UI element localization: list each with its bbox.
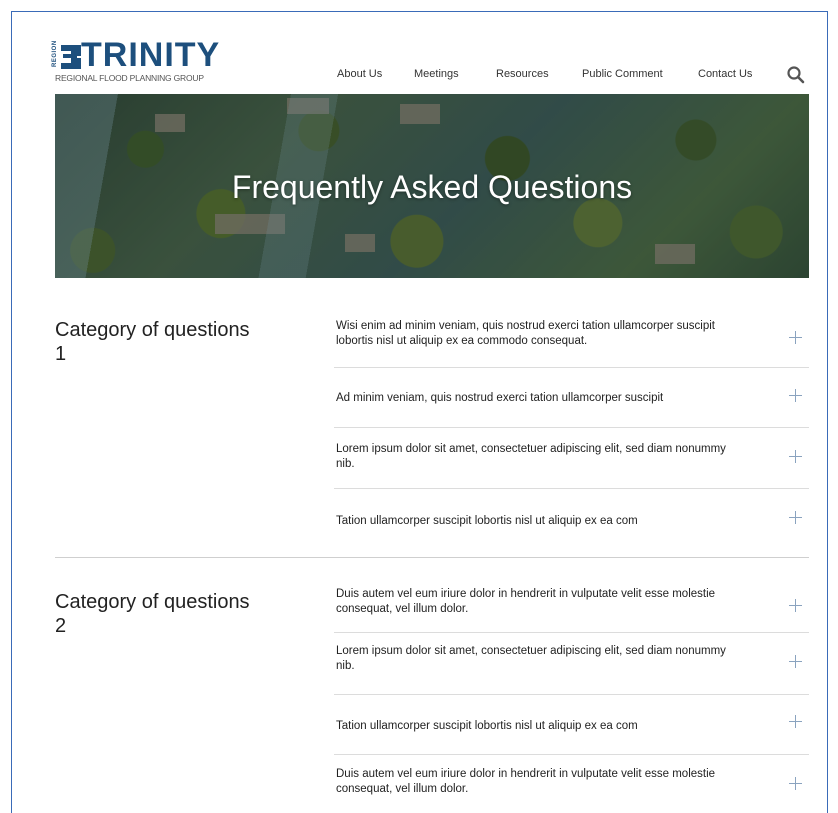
logo[interactable]: REGION TRINITY REGIONAL FLOOD PLANNING G… xyxy=(52,36,245,83)
section-divider xyxy=(55,557,809,558)
question-text: Ad minim veniam, quis nostrud exerci tat… xyxy=(336,392,664,404)
question-text: Tation ullamcorper suscipit lobortis nis… xyxy=(336,515,638,527)
faq-question[interactable]: Duis autem vel eum iriure dolor in hendr… xyxy=(334,575,809,633)
nav-item-public-comment[interactable]: Public Comment xyxy=(582,68,663,80)
hero-house-shape xyxy=(655,244,695,264)
page-title: Frequently Asked Questions xyxy=(231,169,633,205)
faq-question[interactable]: Lorem ipsum dolor sit amet, consectetuer… xyxy=(334,633,809,695)
question-text: Duis autem vel eum iriure dolor in hendr… xyxy=(336,588,716,615)
category-title: Category of questions xyxy=(55,591,250,613)
faq-question-list-1: Wisi enim ad minim veniam, quis nostrud … xyxy=(334,306,809,551)
logo-subtitle: REGIONAL FLOOD PLANNING GROUP xyxy=(55,73,204,83)
nav-item-meetings[interactable]: Meetings xyxy=(414,68,459,80)
category-number: 2 xyxy=(55,615,67,637)
hero-banner: Frequently Asked Questions xyxy=(55,94,809,278)
category-title: Category of questions xyxy=(55,319,250,341)
category-number: 1 xyxy=(55,343,67,365)
plus-icon[interactable] xyxy=(789,777,803,791)
plus-icon[interactable] xyxy=(789,655,803,669)
plus-icon[interactable] xyxy=(789,389,803,403)
faq-question[interactable]: Ad minim veniam, quis nostrud exerci tat… xyxy=(334,368,809,428)
nav-item-about-us[interactable]: About Us xyxy=(337,68,382,80)
nav-item-resources[interactable]: Resources xyxy=(496,68,549,80)
question-text: Duis autem vel eum iriure dolor in hendr… xyxy=(336,768,716,795)
hero-house-shape xyxy=(215,214,285,234)
faq-category-1: Category of questions 1 xyxy=(55,318,295,366)
hero-house-shape xyxy=(345,234,375,252)
nav-item-contact-us[interactable]: Contact Us xyxy=(698,68,752,80)
question-text: Wisi enim ad minim veniam, quis nostrud … xyxy=(336,320,716,347)
search-icon[interactable] xyxy=(786,65,806,85)
question-text: Lorem ipsum dolor sit amet, consectetuer… xyxy=(336,645,726,672)
plus-icon[interactable] xyxy=(789,511,803,525)
plus-icon[interactable] xyxy=(789,715,803,729)
plus-icon[interactable] xyxy=(789,331,803,345)
faq-category-2: Category of questions 2 xyxy=(55,590,295,638)
plus-icon[interactable] xyxy=(789,450,803,464)
logo-wordmark: TRINITY xyxy=(81,36,221,74)
faq-question[interactable]: Wisi enim ad minim veniam, quis nostrud … xyxy=(334,306,809,368)
page-frame: REGION TRINITY REGIONAL FLOOD PLANNING G… xyxy=(11,11,828,813)
faq-question-list-2: Duis autem vel eum iriure dolor in hendr… xyxy=(334,575,809,813)
hero-house-shape xyxy=(400,104,440,124)
plus-icon[interactable] xyxy=(789,599,803,613)
hero-house-shape xyxy=(155,114,185,132)
question-text: Lorem ipsum dolor sit amet, consectetuer… xyxy=(336,443,726,470)
hero-house-shape xyxy=(287,98,329,114)
faq-question[interactable]: Lorem ipsum dolor sit amet, consectetuer… xyxy=(334,428,809,489)
logo-region-label: REGION xyxy=(52,40,58,67)
faq-question[interactable]: Duis autem vel eum iriure dolor in hendr… xyxy=(334,755,809,813)
question-text: Tation ullamcorper suscipit lobortis nis… xyxy=(336,720,638,732)
site-header: REGION TRINITY REGIONAL FLOOD PLANNING G… xyxy=(12,12,827,94)
faq-question[interactable]: Tation ullamcorper suscipit lobortis nis… xyxy=(334,695,809,755)
faq-question[interactable]: Tation ullamcorper suscipit lobortis nis… xyxy=(334,489,809,551)
